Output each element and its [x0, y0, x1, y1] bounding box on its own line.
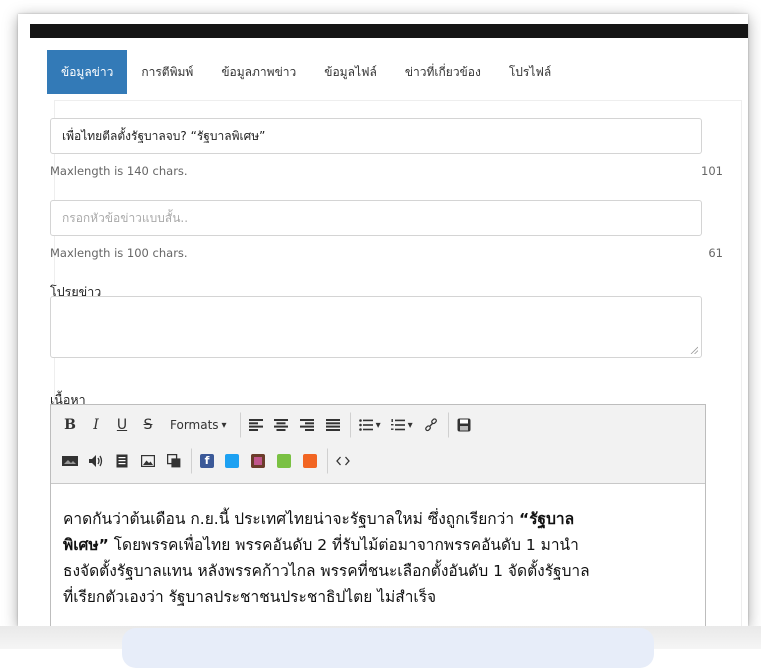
embed-line-button[interactable] — [271, 448, 297, 474]
image-icon — [141, 455, 155, 467]
facebook-icon: f — [200, 454, 214, 468]
align-justify-icon — [325, 419, 340, 431]
resize-handle-icon[interactable] — [690, 346, 698, 354]
editor-content[interactable]: คาดกันว่าต้นเดือน ก.ย.นี้ ประเทศไทยน่าจะ… — [51, 484, 705, 634]
content-line-1: คาดกันว่าต้นเดือน ก.ย.นี้ ประเทศไทยน่าจะ… — [63, 510, 575, 528]
document-icon — [116, 454, 128, 468]
bottom-overlay-bubble — [122, 628, 654, 668]
numbered-list-icon — [390, 419, 405, 431]
align-left-button[interactable] — [239, 412, 268, 438]
editor-toolbar: B I U S Formats ▾ ▾ ▾ f — [51, 405, 705, 484]
embed-instagram-button[interactable] — [245, 448, 271, 474]
embed-rss-button[interactable] — [297, 448, 323, 474]
tab-news-info[interactable]: ข้อมูลข่าว — [47, 50, 128, 94]
video-icon — [62, 456, 78, 466]
align-right-icon — [299, 419, 314, 431]
rich-text-editor: B I U S Formats ▾ ▾ ▾ f คาดกันว่าต้นเดือ… — [50, 404, 706, 636]
top-bar — [30, 24, 748, 38]
tab-news-images[interactable]: ข้อมูลภาพข่าว — [207, 50, 310, 94]
insert-gallery-button[interactable] — [161, 448, 187, 474]
align-justify-button[interactable] — [320, 412, 346, 438]
underline-button[interactable]: U — [109, 412, 135, 438]
title-input[interactable]: เพื่อไทยตีลตั้งรัฐบาลจบ? “รัฐบาลพิเศษ” — [50, 118, 702, 154]
rss-icon — [303, 454, 317, 468]
save-icon — [457, 418, 471, 432]
embed-video-button[interactable] — [57, 448, 83, 474]
line-icon — [277, 454, 291, 468]
embed-audio-button[interactable] — [83, 448, 109, 474]
title-maxlength-hint: Maxlength is 140 chars. — [50, 164, 188, 178]
link-icon — [424, 418, 437, 432]
title-char-count: 101 — [701, 164, 723, 178]
instagram-icon — [251, 454, 265, 468]
insert-document-button[interactable] — [109, 448, 135, 474]
tab-bar: ข้อมูลข่าว การตีพิมพ์ ข้อมูลภาพข่าว ข้อม… — [47, 50, 565, 94]
align-center-icon — [273, 419, 288, 431]
intro-textarea[interactable] — [50, 296, 702, 358]
bullet-list-dropdown[interactable] — [349, 412, 386, 438]
tab-publishing[interactable]: การตีพิมพ์ — [127, 50, 207, 94]
save-button[interactable] — [447, 412, 476, 438]
bullet-list-icon — [358, 419, 373, 431]
embed-twitter-button[interactable] — [219, 448, 245, 474]
insert-image-button[interactable] — [135, 448, 161, 474]
speaker-icon — [89, 455, 103, 467]
source-code-button[interactable] — [327, 448, 355, 474]
embed-facebook-button[interactable]: f — [191, 448, 219, 474]
tab-profile[interactable]: โปรไฟล์ — [495, 50, 565, 94]
tab-files[interactable]: ข้อมูลไฟล์ — [310, 50, 391, 94]
align-center-button[interactable] — [268, 412, 294, 438]
short-title-char-count: 61 — [708, 246, 723, 260]
short-title-input[interactable]: กรอกหัวข้อข่าวแบบสั้น.. — [50, 200, 702, 236]
twitter-icon — [225, 454, 239, 468]
insert-link-button[interactable] — [418, 412, 444, 438]
strikethrough-button[interactable]: S — [135, 412, 161, 438]
content-line-2: พิเศษ” โดยพรรคเพื่อไทย พรรคอันดับ 2 ที่ร… — [63, 536, 579, 554]
short-title-maxlength-hint: Maxlength is 100 chars. — [50, 246, 188, 260]
numbered-list-dropdown[interactable] — [386, 412, 418, 438]
align-right-button[interactable] — [294, 412, 320, 438]
italic-button[interactable]: I — [83, 412, 109, 438]
content-line-4: ที่เรียกตัวเองว่า รัฐบาลประชาชนประชาธิปไ… — [63, 588, 437, 606]
bold-button[interactable]: B — [57, 412, 83, 438]
code-icon — [336, 456, 350, 466]
content-line-3: ธงจัดตั้งรัฐบาลแทน หลังพรรคก้าวไกล พรรคท… — [63, 562, 590, 580]
align-left-icon — [248, 419, 263, 431]
tab-related-news[interactable]: ข่าวที่เกี่ยวข้อง — [391, 50, 495, 94]
gallery-icon — [167, 454, 181, 468]
formats-dropdown[interactable]: Formats — [161, 412, 236, 438]
